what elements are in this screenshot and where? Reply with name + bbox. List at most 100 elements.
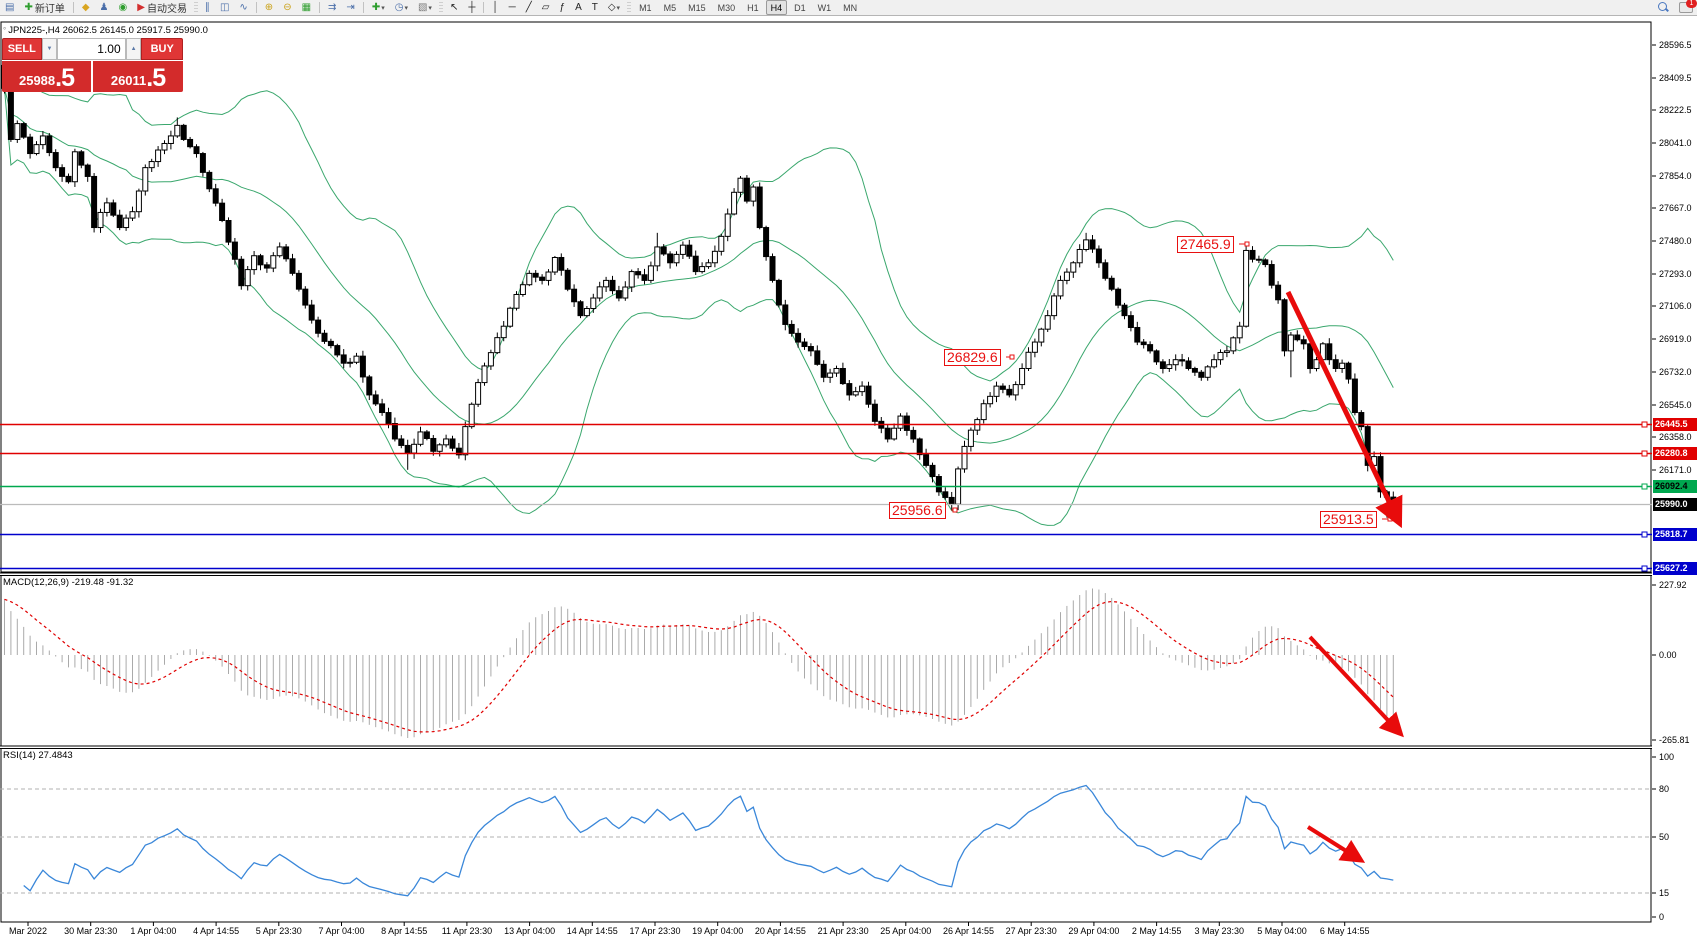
- crosshair-icon-glyph: ┼: [468, 2, 475, 13]
- downtrend-arrow-rsi[interactable]: [1308, 827, 1359, 859]
- sell-price-main: 25988: [19, 71, 55, 91]
- auto-scroll-icon[interactable]: ⇉: [324, 0, 340, 15]
- channel-icon[interactable]: ▱: [538, 0, 554, 15]
- new-order-glyph: ✚: [24, 2, 32, 13]
- bollinger-upper-band: [5, 63, 1394, 381]
- notifications-icon[interactable]: 1: [1679, 2, 1693, 13]
- fibonacci-icon[interactable]: ƒ: [556, 0, 570, 15]
- macd-histogram: [5, 588, 1394, 738]
- text-icon-glyph: A: [575, 2, 582, 13]
- templates-glyph: ▧: [418, 2, 427, 13]
- horizontal-lines[interactable]: [0, 422, 1652, 571]
- volume-increase-button[interactable]: ▲: [126, 38, 142, 60]
- search-handle: [1665, 8, 1669, 12]
- shapes-button[interactable]: ◇▾: [604, 0, 624, 15]
- metaeditor-icon-glyph: ◆: [82, 2, 90, 13]
- volume-decrease-button[interactable]: ▼: [42, 38, 58, 60]
- templates-button[interactable]: ▧▾: [414, 0, 436, 15]
- panel-frames: [0, 22, 1652, 922]
- macd-signal-line: [5, 599, 1394, 732]
- crosshair-icon[interactable]: ┼: [464, 0, 479, 15]
- toolbar-drag-handle[interactable]: [439, 2, 443, 13]
- one-click-trade-panel: SELL ▼ 1.00 ▲ BUY 25988 .5 26011 .5: [2, 38, 183, 92]
- search-icon[interactable]: [1658, 2, 1669, 13]
- chart-shift-icon-glyph: ⇥: [346, 2, 354, 13]
- chart-canvas[interactable]: [0, 0, 1697, 937]
- price-axis-ticks: [1652, 45, 1656, 917]
- buy-price-main: 26011: [111, 71, 146, 91]
- rsi-line: [24, 786, 1394, 896]
- bar-chart-icon[interactable]: ∥: [201, 0, 214, 15]
- autotrading-button-label: 自动交易: [147, 0, 187, 15]
- tile-windows-icon[interactable]: ▦: [298, 0, 315, 15]
- chart-window-icon[interactable]: ▤: [1, 0, 18, 15]
- chart-shift-icon[interactable]: ⇥: [342, 0, 358, 15]
- autotrading-button[interactable]: ▶自动交易: [133, 0, 191, 15]
- horizontal-line-icon-glyph: ─: [509, 2, 516, 13]
- toolbar-separator: [363, 2, 364, 13]
- chart-icon: °: [3, 26, 6, 35]
- toolbar: ▤✚新订单◆♟◉▶自动交易∥◫∿⊕⊖▦⇉⇥✚▾◷▾▧▾↖┼│─╱▱ƒAT◇▾M1…: [0, 0, 1697, 16]
- periods-glyph: ◷: [395, 2, 404, 13]
- trade-panel-controls: SELL ▼ 1.00 ▲ BUY: [2, 38, 183, 60]
- tile-windows-icon-glyph: ▦: [302, 2, 311, 13]
- metaeditor-icon[interactable]: ◆: [78, 0, 94, 15]
- text-icon[interactable]: A: [571, 0, 586, 15]
- notification-badge: 1: [1686, 0, 1697, 8]
- timeframe-button-d1[interactable]: D1: [789, 0, 811, 15]
- cursor-icon[interactable]: ↖: [446, 0, 462, 15]
- new-order-button-label: 新订单: [35, 0, 65, 15]
- support-line-blue-1-handle[interactable]: [1642, 532, 1647, 537]
- chart-window-icon-glyph: ▤: [5, 2, 14, 13]
- candlestick-chart-icon[interactable]: ◫: [216, 0, 233, 15]
- downtrend-arrow-macd[interactable]: [1310, 637, 1399, 732]
- indicators-glyph: ✚: [372, 2, 380, 13]
- timeframe-button-m1[interactable]: M1: [634, 0, 657, 15]
- volume-input[interactable]: 1.00: [57, 38, 125, 60]
- toolbar-separator: [256, 2, 257, 13]
- timeframe-button-mn[interactable]: MN: [838, 0, 862, 15]
- trendline-icon[interactable]: ╱: [522, 0, 536, 15]
- community-icon[interactable]: ♟: [96, 0, 113, 15]
- support-line-green-handle[interactable]: [1642, 484, 1647, 489]
- new-order-button[interactable]: ✚新订单: [20, 0, 68, 15]
- resistance-line-1-handle[interactable]: [1642, 422, 1647, 427]
- periods-button[interactable]: ◷▾: [391, 0, 412, 15]
- signals-icon[interactable]: ◉: [115, 0, 132, 15]
- buy-price-fraction: .5: [146, 66, 165, 91]
- sell-price[interactable]: 25988 .5: [2, 61, 91, 92]
- toolbar-drag-handle[interactable]: [194, 2, 198, 13]
- callout-connectors: [951, 242, 1392, 521]
- dropdown-caret-icon: ▾: [404, 4, 408, 12]
- timeframe-button-w1[interactable]: W1: [813, 0, 837, 15]
- timeframe-button-h1[interactable]: H1: [742, 0, 764, 15]
- horizontal-line-icon[interactable]: ─: [505, 0, 520, 15]
- zoom-in-icon[interactable]: ⊕: [261, 0, 277, 15]
- dropdown-caret-icon: ▾: [381, 4, 385, 12]
- sell-button[interactable]: SELL: [2, 38, 42, 60]
- indicators-button[interactable]: ✚▾: [368, 0, 389, 15]
- timeframe-button-m30[interactable]: M30: [713, 0, 741, 15]
- timeframe-button-m5[interactable]: M5: [659, 0, 682, 15]
- fibonacci-icon-glyph: ƒ: [560, 2, 566, 13]
- shapes-glyph: ◇: [608, 2, 616, 13]
- line-chart-icon[interactable]: ∿: [235, 0, 251, 15]
- zoom-out-icon[interactable]: ⊖: [279, 0, 295, 15]
- timeframe-button-h4[interactable]: H4: [766, 0, 788, 15]
- bollinger-bands: [5, 63, 1394, 526]
- channel-icon-glyph: ▱: [542, 2, 550, 13]
- resistance-line-2-handle[interactable]: [1642, 451, 1647, 456]
- buy-price[interactable]: 26011 .5: [93, 61, 183, 92]
- bollinger-middle-band: [5, 88, 1394, 443]
- support-line-blue-2-handle[interactable]: [1642, 566, 1647, 571]
- rsi-level-lines: [0, 789, 1652, 893]
- timeframe-button-m15[interactable]: M15: [683, 0, 711, 15]
- vertical-line-icon[interactable]: │: [488, 0, 502, 15]
- toolbar-drag-handle[interactable]: [627, 2, 631, 13]
- auto-scroll-icon-glyph: ⇉: [328, 2, 336, 13]
- bollinger-lower-band: [5, 88, 1394, 525]
- candles: [2, 63, 1396, 518]
- buy-button[interactable]: BUY: [141, 38, 183, 60]
- dropdown-caret-icon: ▾: [617, 4, 621, 12]
- text-label-icon[interactable]: T: [588, 0, 602, 15]
